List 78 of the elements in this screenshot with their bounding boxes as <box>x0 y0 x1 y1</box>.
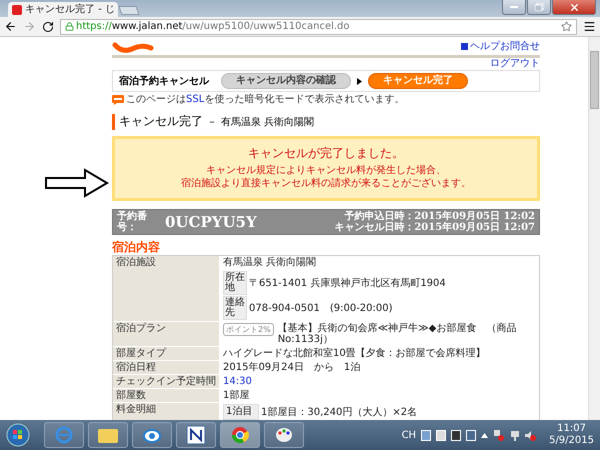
folder-icon <box>98 427 118 443</box>
url-text: https://www.jalan.net/uw/uwp5100/uww5110cancel.do <box>76 21 350 32</box>
taskbar-app[interactable] <box>264 422 304 448</box>
fee-detail: 1部屋目：30,240円（大人）×2名 <box>261 406 418 418</box>
eye-icon <box>143 427 161 443</box>
start-button[interactable] <box>6 423 30 447</box>
notice-title: キャンセルが完了しました。 <box>248 146 404 160</box>
detail-value: 〒651-1401 兵庫県神戸市北区有馬町1904 <box>249 278 447 288</box>
site-logo <box>112 41 154 53</box>
minimize-button[interactable] <box>502 0 526 15</box>
checkin-time: 14:30 <box>223 376 253 387</box>
back-icon[interactable] <box>4 20 17 33</box>
flag-icon[interactable] <box>493 430 504 440</box>
taskbar-app[interactable] <box>132 422 172 448</box>
browser-tab[interactable]: キャンセル完了 - じ <box>8 2 118 17</box>
booking-number-label: 予約番号： <box>117 211 148 233</box>
app-icon <box>187 426 205 444</box>
section-title: 宿泊内容 <box>112 240 161 254</box>
site-favicon <box>12 4 22 14</box>
row-label: 宿泊日程 <box>113 361 219 374</box>
tray-icon[interactable] <box>451 430 462 440</box>
page-heading: キャンセル完了 <box>119 114 203 128</box>
restore-icon <box>534 3 544 11</box>
ssl-link[interactable]: SSL <box>186 94 204 105</box>
booking-date: キャンセル日時：2015年09月05日 12:07 <box>334 222 535 233</box>
hotel-name: 有馬温泉 兵衛向陽閣 <box>221 116 314 130</box>
restore-button[interactable] <box>527 0 551 15</box>
scroll-thumb[interactable] <box>590 51 599 109</box>
logout-link[interactable]: ログアウト <box>490 58 540 69</box>
help-link[interactable]: ヘルプお問合せ <box>470 39 540 53</box>
close-button[interactable] <box>552 0 596 15</box>
tray-icon[interactable] <box>466 430 476 440</box>
caret-icon[interactable] <box>481 432 488 438</box>
network-icon[interactable] <box>509 430 520 440</box>
night-label: 1泊目 <box>223 404 259 420</box>
notice-text: キャンセル規定によりキャンセル料が発生した場合、 <box>206 165 446 177</box>
detail-label: 所在地 <box>223 271 247 295</box>
detail-value: 078-904-0501 (9:00-20:00) <box>249 302 394 314</box>
menu-icon[interactable] <box>583 20 596 33</box>
row-label: 宿泊プラン <box>113 322 219 346</box>
points-badge: ポイント2% <box>223 323 274 336</box>
row-label: 宿泊施設 <box>113 256 219 321</box>
reload-icon[interactable] <box>42 20 54 32</box>
notice-text: 宿泊施設より直接キャンセル料の請求が来ることがございます。 <box>181 178 471 190</box>
table-cell-text: ハイグレードな北館和室10畳【夕食：お部屋で会席料理】 <box>222 347 487 360</box>
help-icon <box>461 42 468 50</box>
taskbar-app[interactable] <box>176 422 216 448</box>
progress-step: キャンセル内容の確認 <box>221 73 351 89</box>
plan-name: 【基本】兵衛の旬会席≪神戸牛≫◆お部屋食 （商品No:1133j） <box>278 323 518 345</box>
address-bar[interactable]: https://www.jalan.net/uw/uwp5100/uww5110cancel.do <box>60 18 577 34</box>
booking-date: 予約申込日時：2015年09月05日 12:02 <box>344 211 535 222</box>
row-label: 部屋数 <box>113 389 219 402</box>
browser-icon <box>231 426 249 444</box>
hotel-name: 有馬温泉 兵衛向陽閣 <box>223 257 318 268</box>
table-cell-text: 2015年09月24日 から 1泊 <box>222 361 362 374</box>
detail-label: 連絡先 <box>223 296 247 320</box>
row-label: 部屋タイプ <box>113 347 219 360</box>
ssl-note: このページはSSLを使った暗号化モードで表示されています。 <box>126 94 404 106</box>
paint-palette-icon <box>275 427 293 443</box>
minimize-icon <box>510 6 518 8</box>
star-icon[interactable] <box>561 21 572 32</box>
scrollbar[interactable] <box>588 37 600 420</box>
heading-separator: － <box>207 116 217 130</box>
booking-number: 0UCPYU5Y <box>165 213 258 231</box>
table-cell-text: 1部屋 <box>222 389 250 402</box>
close-icon <box>568 2 580 12</box>
row-label: 料金明細 <box>113 403 219 420</box>
speaker-muted-icon[interactable] <box>525 430 536 440</box>
progress-title: 宿泊予約キャンセル <box>119 74 209 88</box>
progress-step: キャンセル完了 <box>368 73 468 89</box>
tray-icon[interactable] <box>436 430 446 440</box>
language-indicator[interactable]: CH <box>402 430 416 440</box>
outline-arrow <box>45 168 109 198</box>
step-arrow-icon <box>357 78 362 84</box>
clock[interactable]: 11:07 5/9/2015 <box>549 423 594 447</box>
lock-icon <box>65 22 74 31</box>
tray-icon[interactable] <box>421 430 432 440</box>
row-label: チェックイン予定時間 <box>113 375 219 388</box>
